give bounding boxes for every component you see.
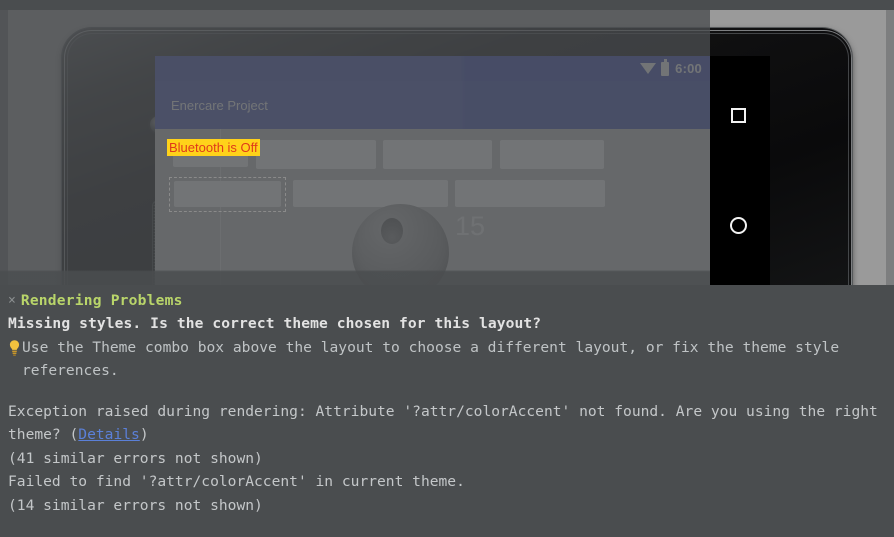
placeholder-view[interactable]	[293, 180, 448, 207]
rendering-problems-panel: × Rendering Problems Missing styles. Is …	[0, 0, 894, 537]
problems-title: Rendering Problems	[20, 291, 183, 309]
dial-indicator-icon	[381, 218, 403, 244]
app-bar: Enercare Project	[155, 81, 710, 129]
error-line: (41 similar errors not shown)	[8, 449, 263, 467]
app-bar-title: Enercare Project	[171, 97, 268, 113]
placeholder-view[interactable]	[500, 140, 604, 169]
selection-outline[interactable]	[169, 177, 286, 212]
canvas-left-gutter	[0, 10, 8, 285]
canvas-top-strip	[0, 0, 894, 10]
close-x-icon[interactable]: ×	[8, 294, 16, 307]
dial-knob[interactable]	[352, 204, 449, 285]
device-frame: 6:00 Enercare Project Bluetooth is Off 1…	[62, 28, 852, 285]
android-navigation-bar[interactable]	[710, 56, 770, 285]
recents-square-icon[interactable]	[731, 108, 746, 123]
battery-icon	[661, 59, 670, 76]
placeholder-view[interactable]	[383, 140, 492, 169]
status-bar-time: 6:00	[675, 61, 702, 76]
problems-title-row: × Rendering Problems	[8, 289, 884, 312]
problems-spacer	[8, 383, 884, 400]
details-link[interactable]: Details	[78, 426, 140, 443]
error-line: Exception raised during rendering: Attri…	[8, 400, 884, 447]
error-text-after: )	[139, 426, 149, 443]
wifi-icon	[640, 63, 657, 74]
problems-tip-row: Use the Theme combo box above the layout…	[8, 336, 884, 383]
layout-editor-window: 6:00 Enercare Project Bluetooth is Off 1…	[0, 0, 894, 537]
problems-body: × Rendering Problems Missing styles. Is …	[0, 285, 894, 517]
dial-value: 15	[455, 211, 486, 241]
canvas-right-gutter	[886, 10, 894, 285]
error-line: Failed to find '?attr/colorAccent' in cu…	[8, 473, 465, 490]
design-preview-canvas[interactable]: 6:00 Enercare Project Bluetooth is Off 1…	[0, 0, 894, 285]
placeholder-view[interactable]	[455, 180, 605, 207]
problems-tip-text: Use the Theme combo box above the layout…	[22, 338, 840, 380]
bluetooth-status-label: Bluetooth is Off	[167, 139, 260, 156]
problems-subtitle: Missing styles. Is the correct theme cho…	[8, 315, 542, 332]
android-status-bar: 6:00	[155, 56, 710, 81]
error-line: (14 similar errors not shown)	[8, 496, 263, 514]
placeholder-view[interactable]	[256, 140, 376, 169]
layout-content-area[interactable]: Bluetooth is Off 15	[155, 129, 710, 285]
device-screen[interactable]: 6:00 Enercare Project Bluetooth is Off 1…	[155, 56, 710, 285]
home-circle-icon[interactable]	[730, 217, 747, 234]
lightbulb-icon	[8, 339, 21, 357]
panel-bottom-edge	[0, 533, 894, 537]
